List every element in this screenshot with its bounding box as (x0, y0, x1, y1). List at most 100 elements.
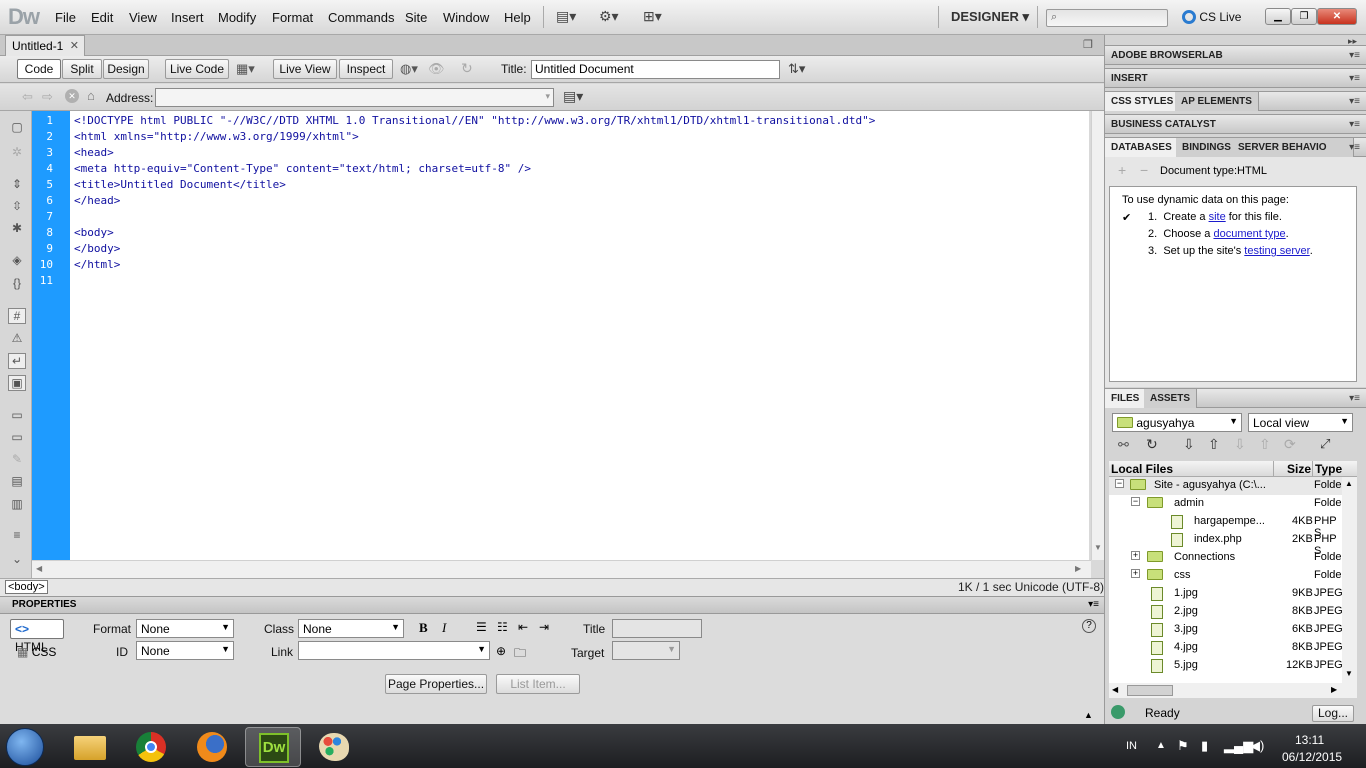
dreamweaver-taskbar-icon[interactable]: Dw (245, 727, 301, 767)
scroll-left-icon[interactable]: ◀ (1112, 685, 1118, 694)
col-local-files[interactable]: Local Files (1111, 462, 1173, 476)
get-files-icon[interactable]: ⇩ (1183, 436, 1195, 453)
layout-icon[interactable]: ▤▾ (556, 8, 576, 25)
tab-css-styles[interactable]: CSS STYLES (1105, 92, 1181, 111)
home-icon[interactable]: ⌂ (87, 88, 95, 103)
menu-view[interactable]: View (129, 10, 157, 25)
line-numbers-icon[interactable]: # (8, 308, 26, 324)
show-hidden-icons-icon[interactable]: ▲ (1156, 740, 1166, 751)
panel-menu-icon[interactable]: ▾≡ (1349, 50, 1360, 61)
tab-ap-elements[interactable]: AP ELEMENTS (1175, 92, 1259, 111)
scroll-up-icon[interactable]: ▲ (1345, 479, 1353, 488)
refresh-files-icon[interactable]: ↻ (1146, 436, 1158, 453)
tab-business-catalyst[interactable]: BUSINESS CATALYST (1105, 115, 1222, 134)
code-horizontal-scrollbar[interactable]: ◀ ▶ (32, 560, 1091, 578)
minimize-button[interactable]: ▁ (1265, 8, 1291, 25)
site-select[interactable]: agusyahya ▼ (1112, 413, 1242, 432)
id-select[interactable]: None ▼ (136, 641, 234, 660)
tag-selector[interactable]: <body> (5, 580, 48, 594)
code-line[interactable]: </body> (74, 242, 120, 255)
list-item[interactable]: − admin Folde (1109, 495, 1342, 513)
live-code-button[interactable]: Live Code (165, 59, 229, 79)
select-parent-tag-icon[interactable]: ◈ (8, 253, 26, 269)
outdent-icon[interactable]: ⇤ (518, 620, 528, 634)
code-view-button[interactable]: Code (17, 59, 61, 79)
collapse-properties-icon[interactable]: ▲ (1084, 710, 1093, 720)
chrome-taskbar-icon[interactable] (123, 727, 179, 767)
inspect-button[interactable]: Inspect (339, 59, 393, 79)
site-manage-icon[interactable]: ⊞▾ (643, 8, 662, 25)
tab-assets[interactable]: ASSETS (1144, 389, 1198, 408)
list-item[interactable]: 4.jpg 8KB JPEG (1109, 639, 1342, 657)
bold-icon[interactable]: B (419, 620, 428, 636)
word-wrap-icon[interactable]: ↵ (8, 353, 26, 369)
css-properties-button[interactable]: ▦ CSS (17, 645, 56, 659)
format-select[interactable]: None ▼ (136, 619, 234, 638)
code-line[interactable]: </head> (74, 194, 120, 207)
panel-files[interactable]: FILES ASSETS ▾≡ (1105, 388, 1366, 408)
open-documents-icon[interactable]: ▢ (8, 120, 26, 136)
col-type[interactable]: Type (1315, 462, 1342, 476)
tab-files[interactable]: FILES (1105, 389, 1147, 408)
menu-edit[interactable]: Edit (91, 10, 113, 25)
scroll-thumb[interactable] (1127, 685, 1173, 696)
list-item[interactable]: + css Folde (1109, 567, 1342, 585)
panel-browserlab[interactable]: ADOBE BROWSERLAB ▾≡ (1105, 45, 1366, 65)
scroll-down-icon[interactable]: ▼ (1345, 669, 1353, 678)
list-item[interactable]: 1.jpg 9KB JPEG (1109, 585, 1342, 603)
expand-files-icon[interactable]: ⤢ (1320, 436, 1330, 452)
code-line[interactable]: <title>Untitled Document</title> (74, 178, 286, 191)
indent-icon[interactable]: ⇥ (539, 620, 549, 634)
close-window-button[interactable]: ✕ (1317, 8, 1357, 25)
expand-all-icon[interactable]: ✱ (8, 221, 26, 237)
code-line[interactable]: <meta http-equiv="Content-Type" content=… (74, 162, 531, 175)
page-title-input[interactable]: Untitled Document (531, 60, 780, 79)
page-properties-button[interactable]: Page Properties... (385, 674, 487, 694)
apply-comment-icon[interactable]: ▭ (8, 408, 26, 424)
document-type-link[interactable]: document type (1213, 228, 1285, 240)
start-button[interactable] (6, 728, 44, 766)
volume-icon[interactable]: ◀) (1250, 738, 1264, 754)
panel-menu-icon[interactable]: ▾≡ (1349, 142, 1360, 153)
code-line[interactable]: <body> (74, 226, 114, 239)
firefox-taskbar-icon[interactable] (184, 727, 240, 767)
list-item[interactable]: − Site - agusyahya (C:\... Folde (1109, 477, 1342, 495)
code-editor[interactable]: <!DOCTYPE html PUBLIC "-//W3C//DTD XHTML… (70, 111, 1089, 560)
highlight-invalid-icon[interactable]: ⚠ (8, 331, 26, 347)
files-vertical-scrollbar[interactable]: ▲ ▼ (1342, 477, 1357, 683)
clock-date[interactable]: 06/12/2015 (1282, 750, 1342, 764)
explorer-taskbar-icon[interactable] (62, 727, 118, 767)
put-files-icon[interactable]: ⇧ (1208, 436, 1220, 453)
syntax-coloring-icon[interactable]: ▣ (8, 375, 26, 391)
code-line[interactable]: </html> (74, 258, 120, 271)
menu-file[interactable]: File (55, 10, 76, 25)
collapse-tag-icon[interactable]: ⇕ (8, 177, 26, 193)
code-line[interactable]: <html xmlns="http://www.w3.org/1999/xhtm… (74, 130, 359, 143)
panel-business-catalyst[interactable]: BUSINESS CATALYST ▾≡ (1105, 114, 1366, 134)
maximize-button[interactable]: ❐ (1291, 8, 1317, 25)
panel-menu-icon[interactable]: ▾≡ (1349, 96, 1360, 107)
menu-window[interactable]: Window (443, 10, 489, 25)
point-to-file-icon[interactable]: ⊕ (496, 644, 506, 658)
properties-panel-header[interactable]: PROPERTIES ▾≡ (0, 596, 1104, 614)
move-css-icon[interactable]: ▥ (8, 497, 26, 513)
menu-format[interactable]: Format (272, 10, 313, 25)
panel-menu-icon[interactable]: ▾≡ (1088, 599, 1099, 610)
unordered-list-icon[interactable]: ☰ (476, 620, 487, 634)
list-item[interactable]: index.php 2KB PHP S (1109, 531, 1342, 557)
help-icon[interactable]: ? (1082, 619, 1096, 633)
tab-bindings[interactable]: BINDINGS (1176, 138, 1238, 157)
browse-options-icon[interactable]: ▤▾ (563, 88, 583, 105)
list-item[interactable]: 3.jpg 6KB JPEG (1109, 621, 1342, 639)
panel-databases[interactable]: DATABASES BINDINGS SERVER BEHAVIO ▾≡ (1105, 137, 1366, 157)
panel-menu-icon[interactable]: ▾≡ (1349, 393, 1360, 404)
extend-gear-icon[interactable]: ⚙▾ (599, 8, 619, 25)
class-select[interactable]: None ▼ (298, 619, 404, 638)
live-view-button[interactable]: Live View (273, 59, 337, 79)
col-size[interactable]: Size (1287, 462, 1311, 476)
link-input[interactable]: ▼ (298, 641, 490, 660)
panel-menu-icon[interactable]: ▾≡ (1349, 119, 1360, 130)
list-item[interactable]: 2.jpg 8KB JPEG (1109, 603, 1342, 621)
split-view-button[interactable]: Split (62, 59, 102, 79)
list-item[interactable]: hargapempe... 4KB PHP S (1109, 513, 1342, 539)
